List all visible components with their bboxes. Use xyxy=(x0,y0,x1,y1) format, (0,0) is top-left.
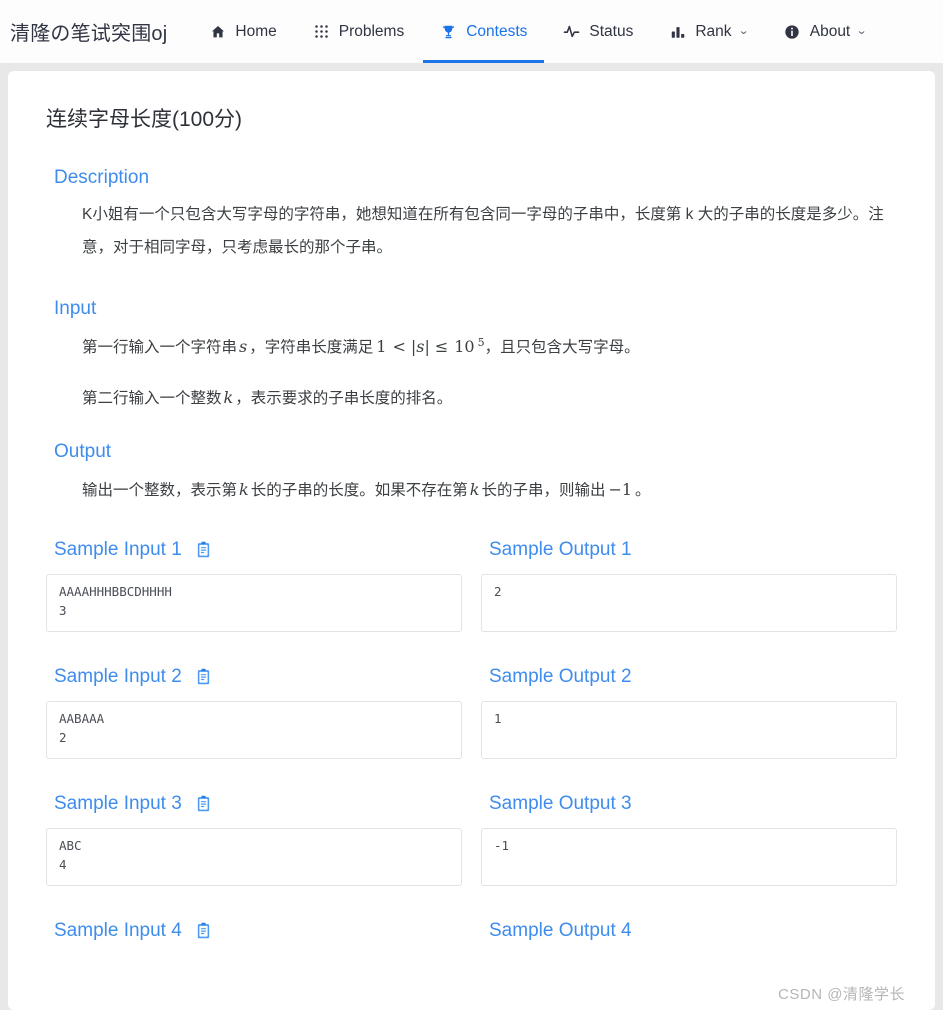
sample-output-block: Sample Output 3 -1 xyxy=(481,792,897,886)
nav-label-problems: Problems xyxy=(338,22,405,40)
clipboard-copy-icon[interactable] xyxy=(195,668,212,685)
nav-item-rank[interactable]: Rank ⌄ xyxy=(651,0,765,63)
top-navbar: 清隆の笔试突围oj Home Problems Contests Status … xyxy=(0,0,943,63)
math-less-equal: ≤ xyxy=(434,337,449,357)
sample-input-text[interactable]: ABC 4 xyxy=(46,827,462,886)
sample-output-heading: Sample Output 3 xyxy=(489,792,897,816)
sample-input-label: Sample Input 4 xyxy=(54,919,182,941)
sample-input-text[interactable]: AAAAHHHBBCDHHHH 3 xyxy=(46,573,462,632)
sample-output-label: Sample Output 1 xyxy=(489,538,632,560)
input-line-1-part-a: 第一行输入一个字符串 xyxy=(82,339,238,357)
problem-card: 连续字母长度(100分) Description K小姐有一个只包含大写字母的字… xyxy=(8,71,935,1010)
math-var-k: k xyxy=(469,480,480,500)
sample-row: Sample Input 3 ABC 4 Sample Output 3 -1 xyxy=(46,792,897,886)
sample-output-heading: Sample Output 1 xyxy=(489,538,897,562)
sample-output-heading: Sample Output 2 xyxy=(489,665,897,689)
nav-item-home[interactable]: Home xyxy=(191,0,294,63)
description-text: K小姐有一个只包含大写字母的字符串，她想知道在所有包含同一字母的子串中，长度第 … xyxy=(82,206,884,256)
home-icon xyxy=(209,23,226,40)
nav-item-problems[interactable]: Problems xyxy=(295,0,422,63)
input-line-2: 第二行输入一个整数 k ，表示要求的子串长度的排名。 xyxy=(82,381,897,416)
output-line-part-d: 。 xyxy=(635,482,651,500)
math-less-than: < xyxy=(392,337,406,357)
math-var-k: k xyxy=(239,480,249,500)
sample-input-label: Sample Input 3 xyxy=(54,792,182,814)
sample-row: Sample Input 1 AAAAHHHBBCDHHHH 3 Sample … xyxy=(46,538,897,632)
chevron-down-icon: ⌄ xyxy=(856,25,868,37)
sample-output-text[interactable]: 2 xyxy=(481,573,897,632)
sample-input-block: Sample Input 3 ABC 4 xyxy=(46,792,462,886)
input-line-2-part-b: ，表示要求的子串长度的排名。 xyxy=(235,389,453,407)
trophy-icon xyxy=(440,23,457,40)
activity-icon xyxy=(563,23,580,40)
page-background: 连续字母长度(100分) Description K小姐有一个只包含大写字母的字… xyxy=(0,63,943,1010)
section-heading-description: Description xyxy=(54,167,150,188)
math-abs-s: |s| xyxy=(410,337,430,357)
sample-output-block: Sample Output 2 1 xyxy=(481,665,897,759)
nav-label-rank: Rank xyxy=(695,22,732,40)
sample-input-block: Sample Input 4 xyxy=(46,919,462,955)
output-line: 输出一个整数，表示第 k 长的子串的长度。如果不存在第 k 长的子串，则输出 −1。 xyxy=(82,473,897,508)
sample-input-text[interactable]: AABAAA 2 xyxy=(46,700,462,759)
input-line-2-part-a: 第二行输入一个整数 xyxy=(82,389,222,407)
sample-input-block: Sample Input 1 AAAAHHHBBCDHHHH 3 xyxy=(46,538,462,632)
chevron-down-icon: ⌄ xyxy=(737,25,749,37)
sample-output-label: Sample Output 4 xyxy=(489,919,632,941)
math-negative-one: −1 xyxy=(608,480,633,500)
primary-nav: Home Problems Contests Status Rank ⌄ Abo… xyxy=(191,0,884,63)
page-title: 连续字母长度(100分) xyxy=(46,108,243,131)
sample-output-text[interactable]: 1 xyxy=(481,700,897,759)
grid-icon xyxy=(313,23,330,40)
nav-label-status: Status xyxy=(589,22,634,40)
output-line-part-c: 长的子串，则输出 xyxy=(481,482,606,500)
sample-row: Sample Input 4 Sample Output 4 xyxy=(46,919,897,955)
sample-output-label: Sample Output 3 xyxy=(489,792,632,814)
sample-input-label: Sample Input 1 xyxy=(54,538,182,560)
output-line-part-b: 长的子串的长度。如果不存在第 xyxy=(250,482,468,500)
math-var-s: s xyxy=(239,337,248,357)
input-line-1-part-c: ，且只包含大写字母。 xyxy=(484,339,640,357)
nav-label-contests: Contests xyxy=(466,22,528,40)
input-line-1-part-b: ，字符串长度满足 xyxy=(249,339,374,357)
sample-row: Sample Input 2 AABAAA 2 Sample Output 2 … xyxy=(46,665,897,759)
section-heading-output: Output xyxy=(54,441,112,463)
sample-output-block: Sample Output 4 xyxy=(481,919,897,955)
sample-input-heading: Sample Input 2 xyxy=(54,665,462,689)
output-line-part-a: 输出一个整数，表示第 xyxy=(82,482,238,500)
sample-output-heading: Sample Output 4 xyxy=(489,919,897,943)
clipboard-copy-icon[interactable] xyxy=(195,922,212,939)
math-one: 1 xyxy=(376,337,387,357)
nav-label-home: Home xyxy=(235,22,277,40)
sample-input-heading: Sample Input 4 xyxy=(54,919,462,943)
info-icon xyxy=(784,23,801,40)
nav-item-contests[interactable]: Contests xyxy=(422,0,545,63)
watermark: CSDN @清隆学长 xyxy=(778,986,905,1003)
clipboard-copy-icon[interactable] xyxy=(195,541,212,558)
nav-item-about[interactable]: About ⌄ xyxy=(766,0,885,63)
nav-label-about: About xyxy=(809,22,851,40)
math-ten: 10 xyxy=(454,337,475,357)
nav-item-status[interactable]: Status xyxy=(545,0,651,63)
input-line-1: 第一行输入一个字符串 s ，字符串长度满足 1 < |s| ≤10 5，且只包含大写字母。 xyxy=(82,330,897,365)
clipboard-copy-icon[interactable] xyxy=(195,795,212,812)
sample-input-block: Sample Input 2 AABAAA 2 xyxy=(46,665,462,759)
bar-chart-icon xyxy=(669,23,686,40)
section-heading-input: Input xyxy=(54,298,97,320)
sample-input-heading: Sample Input 1 xyxy=(54,538,462,562)
sample-output-text[interactable]: -1 xyxy=(481,827,897,886)
sample-output-block: Sample Output 1 2 xyxy=(481,538,897,632)
sample-input-label: Sample Input 2 xyxy=(54,665,182,687)
sample-input-heading: Sample Input 3 xyxy=(54,792,462,816)
sample-output-label: Sample Output 2 xyxy=(489,665,632,687)
math-var-k: k xyxy=(223,387,234,407)
math-exponent-5: 5 xyxy=(477,335,485,349)
site-logo[interactable]: 清隆の笔试突围oj xyxy=(10,17,167,46)
